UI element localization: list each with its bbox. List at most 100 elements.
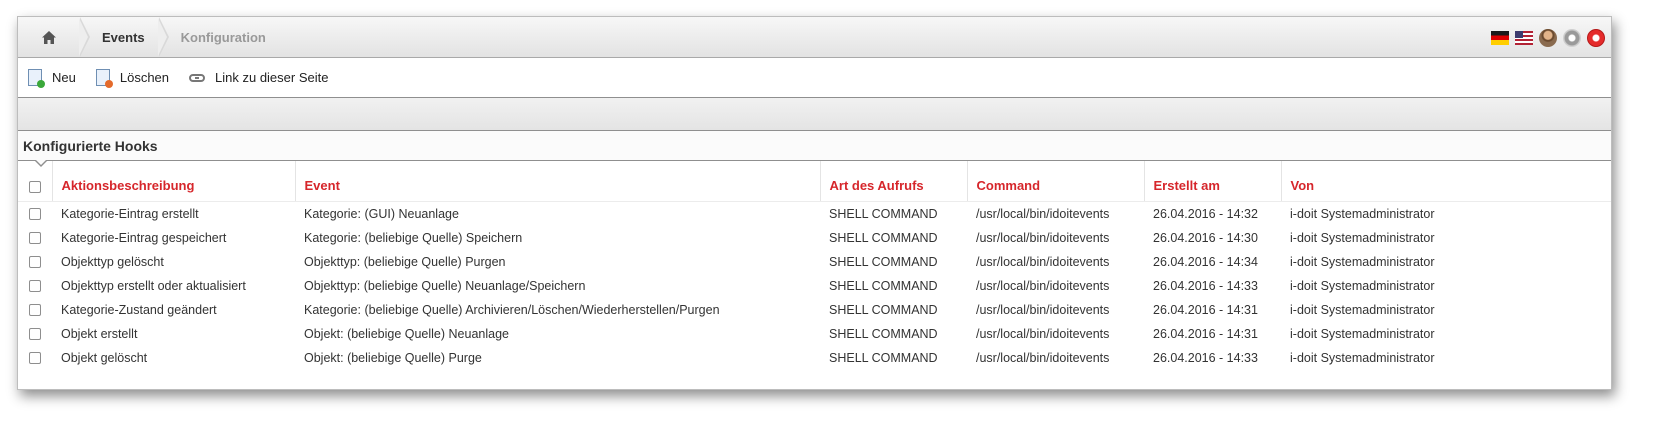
- table-row[interactable]: Objekt gelöscht Objekt: (beliebige Quell…: [18, 346, 1611, 370]
- app-window: Events Konfiguration Neu Löschen Link zu…: [17, 16, 1612, 390]
- row-select-cell: [18, 226, 52, 250]
- row-select-cell: [18, 201, 52, 226]
- cell-description: Objekt gelöscht: [61, 350, 148, 365]
- breadcrumb-events-label: Events: [102, 29, 145, 45]
- cell-description: Objekttyp erstellt oder aktualisiert: [61, 278, 246, 293]
- section-notch: [34, 159, 48, 167]
- delete-document-icon: [95, 69, 113, 88]
- row-checkbox[interactable]: [29, 304, 41, 317]
- cell-created: 26.04.2016 - 14:33: [1153, 350, 1258, 365]
- filter-strip: [18, 98, 1611, 131]
- header-event[interactable]: Event: [295, 161, 821, 202]
- row-checkbox[interactable]: [29, 280, 41, 293]
- home-icon: [42, 30, 56, 44]
- cell-by: i-doit Systemadministrator: [1290, 206, 1435, 221]
- new-button[interactable]: Neu: [28, 69, 76, 88]
- toolbar: Neu Löschen Link zu dieser Seite: [18, 58, 1611, 98]
- row-select-cell: [18, 298, 52, 322]
- gear-icon[interactable]: [1563, 29, 1581, 47]
- link-button-label: Link zu dieser Seite: [215, 70, 329, 85]
- header-by[interactable]: Von: [1281, 161, 1611, 202]
- cell-created: 26.04.2016 - 14:34: [1153, 254, 1258, 269]
- cell-description: Kategorie-Eintrag gespeichert: [61, 230, 227, 245]
- cell-call-type: SHELL COMMAND: [829, 278, 938, 293]
- row-checkbox[interactable]: [29, 352, 41, 365]
- cell-by: i-doit Systemadministrator: [1290, 230, 1435, 245]
- cell-created: 26.04.2016 - 14:31: [1153, 326, 1258, 341]
- cell-created: 26.04.2016 - 14:32: [1153, 206, 1258, 221]
- breadcrumb-item-events[interactable]: Events: [80, 17, 169, 57]
- cell-command: /usr/local/bin/idoitevents: [976, 350, 1110, 365]
- row-select-cell: [18, 346, 52, 370]
- row-select-cell: [18, 250, 52, 274]
- row-checkbox[interactable]: [29, 256, 41, 269]
- row-checkbox[interactable]: [29, 232, 41, 245]
- cell-command: /usr/local/bin/idoitevents: [976, 302, 1110, 317]
- breadcrumb-config-label: Konfiguration: [180, 29, 266, 45]
- cell-by: i-doit Systemadministrator: [1290, 278, 1435, 293]
- table-row[interactable]: Objekt erstellt Objekt: (beliebige Quell…: [18, 322, 1611, 346]
- cell-command: /usr/local/bin/idoitevents: [976, 206, 1110, 221]
- cell-command: /usr/local/bin/idoitevents: [976, 254, 1110, 269]
- cell-call-type: SHELL COMMAND: [829, 326, 938, 341]
- cell-call-type: SHELL COMMAND: [829, 350, 938, 365]
- row-checkbox[interactable]: [29, 328, 41, 341]
- cell-command: /usr/local/bin/idoitevents: [976, 278, 1110, 293]
- link-icon: [189, 73, 206, 82]
- cell-command: /usr/local/bin/idoitevents: [976, 230, 1110, 245]
- user-icon[interactable]: [1539, 29, 1557, 47]
- table-row[interactable]: Kategorie-Eintrag erstellt Kategorie: (G…: [18, 201, 1611, 226]
- flag-de-icon[interactable]: [1491, 31, 1509, 45]
- table-row[interactable]: Objekttyp erstellt oder aktualisiert Obj…: [18, 274, 1611, 298]
- new-document-icon: [28, 69, 45, 88]
- power-icon[interactable]: [1587, 29, 1605, 47]
- cell-by: i-doit Systemadministrator: [1290, 302, 1435, 317]
- header-command[interactable]: Command: [967, 161, 1145, 202]
- header-description[interactable]: Aktionsbeschreibung: [52, 161, 296, 202]
- cell-event: Kategorie: (beliebige Quelle) Archiviere…: [304, 302, 720, 317]
- cell-event: Kategorie: (GUI) Neuanlage: [304, 206, 459, 221]
- cell-created: 26.04.2016 - 14:31: [1153, 302, 1258, 317]
- select-all-cell: [18, 161, 53, 202]
- cell-description: Objekt erstellt: [61, 326, 138, 341]
- header-call-type[interactable]: Art des Aufrufs: [820, 161, 968, 202]
- table-row[interactable]: Objekttyp gelöscht Objekttyp: (beliebige…: [18, 250, 1611, 274]
- breadcrumb-item-config[interactable]: Konfiguration: [159, 17, 280, 57]
- table-header-row: Aktionsbeschreibung Event Art des Aufruf…: [18, 161, 1611, 202]
- cell-created: 26.04.2016 - 14:33: [1153, 278, 1258, 293]
- row-checkbox[interactable]: [29, 208, 41, 221]
- cell-event: Kategorie: (beliebige Quelle) Speichern: [304, 230, 523, 245]
- cell-by: i-doit Systemadministrator: [1290, 254, 1435, 269]
- cell-command: /usr/local/bin/idoitevents: [976, 326, 1110, 341]
- breadcrumb: Events Konfiguration: [18, 17, 1611, 58]
- cell-call-type: SHELL COMMAND: [829, 206, 938, 221]
- delete-button-label: Löschen: [119, 70, 170, 85]
- cell-event: Objekttyp: (beliebige Quelle) Purgen: [304, 254, 506, 269]
- table-row[interactable]: Kategorie-Zustand geändert Kategorie: (b…: [18, 298, 1611, 322]
- breadcrumb-home[interactable]: [18, 17, 90, 57]
- select-all-checkbox[interactable]: [29, 180, 41, 193]
- section-header: Konfigurierte Hooks: [18, 131, 1611, 167]
- cell-by: i-doit Systemadministrator: [1290, 326, 1435, 341]
- new-button-label: Neu: [52, 70, 76, 85]
- header-created[interactable]: Erstellt am: [1144, 161, 1282, 202]
- cell-event: Objekt: (beliebige Quelle) Neuanlage: [304, 326, 509, 341]
- cell-call-type: SHELL COMMAND: [829, 230, 938, 245]
- row-select-cell: [18, 274, 52, 298]
- cell-description: Objekttyp gelöscht: [61, 254, 164, 269]
- header-icons: [1491, 29, 1605, 47]
- flag-us-icon[interactable]: [1515, 31, 1533, 45]
- cell-event: Objekttyp: (beliebige Quelle) Neuanlage/…: [304, 278, 586, 293]
- cell-by: i-doit Systemadministrator: [1290, 350, 1435, 365]
- cell-description: Kategorie-Zustand geändert: [61, 302, 217, 317]
- row-select-cell: [18, 322, 52, 346]
- section-title: Konfigurierte Hooks: [23, 137, 158, 154]
- cell-created: 26.04.2016 - 14:30: [1153, 230, 1258, 245]
- cell-description: Kategorie-Eintrag erstellt: [61, 206, 199, 221]
- delete-button[interactable]: Löschen: [95, 69, 170, 88]
- hooks-table: Aktionsbeschreibung Event Art des Aufruf…: [18, 161, 1611, 370]
- cell-call-type: SHELL COMMAND: [829, 302, 938, 317]
- link-button[interactable]: Link zu dieser Seite: [189, 70, 328, 85]
- table-row[interactable]: Kategorie-Eintrag gespeichert Kategorie:…: [18, 226, 1611, 250]
- cell-call-type: SHELL COMMAND: [829, 254, 938, 269]
